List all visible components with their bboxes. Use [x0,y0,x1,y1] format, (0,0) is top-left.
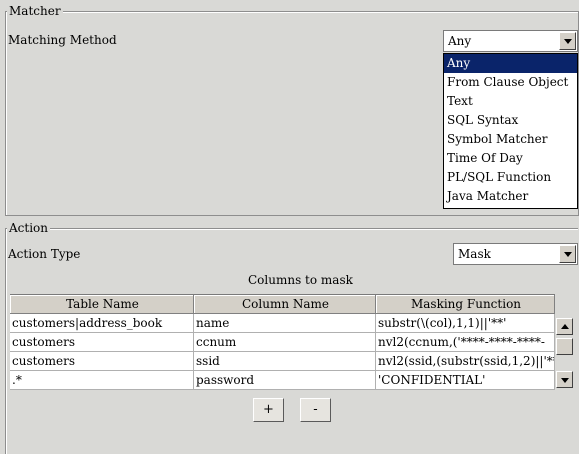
matching-method-dropdown-button[interactable] [559,32,576,50]
add-row-button[interactable]: + [253,398,284,422]
table-vertical-scrollbar[interactable] [555,294,574,391]
mask-columns-table: Table Name Column Name Masking Function … [10,294,555,390]
matching-method-value: Any [448,34,472,48]
dropdown-option-java-matcher[interactable]: Java Matcher [444,187,577,206]
masking-function-cell[interactable]: nvl2(ssid,(substr(ssid,1,2)||'**** [376,352,555,371]
dropdown-option-plsql-function[interactable]: PL/SQL Function [444,168,577,187]
matching-method-label: Matching Method [8,33,117,47]
masking-function-cell[interactable]: substr(\(col),1,1)||'**' [376,314,555,333]
dropdown-option-text[interactable]: Text [444,92,577,111]
action-type-label: Action Type [8,247,81,261]
table-row[interactable]: customers|address_book name substr(\(col… [10,314,555,333]
action-group-label: Action [7,221,50,235]
masking-function-cell[interactable]: nvl2(ccnum,('****-****-****- [376,333,555,352]
chevron-up-icon [561,324,569,329]
dropdown-option-time-of-day[interactable]: Time Of Day [444,149,577,168]
chevron-down-icon [564,252,572,257]
table-row[interactable]: .* password 'CONFIDENTIAL' [10,371,555,390]
matching-method-dropdown-list: Any From Clause Object Text SQL Syntax S… [443,53,578,209]
remove-row-button[interactable]: - [300,398,331,422]
scroll-thumb[interactable] [556,338,573,355]
chevron-down-icon [561,378,569,383]
column-header-column-name[interactable]: Column Name [194,295,376,314]
action-type-dropdown-button[interactable] [559,245,576,263]
chevron-down-icon [564,39,572,44]
table-row[interactable]: customers ccnum nvl2(ccnum,('****-****-*… [10,333,555,352]
table-name-cell[interactable]: customers|address_book [10,314,194,333]
action-type-select[interactable]: Mask [453,243,578,265]
columns-to-mask-caption: Columns to mask [248,273,353,287]
dropdown-option-any[interactable]: Any [444,54,577,73]
table-header-row: Table Name Column Name Masking Function [10,295,555,314]
dropdown-option-sql-syntax[interactable]: SQL Syntax [444,111,577,130]
table-name-cell[interactable]: .* [10,371,194,390]
matching-method-select[interactable]: Any [443,30,578,52]
column-name-cell[interactable]: password [194,371,376,390]
column-name-cell[interactable]: name [194,314,376,333]
dropdown-option-symbol-matcher[interactable]: Symbol Matcher [444,130,577,149]
column-header-table-name[interactable]: Table Name [10,295,194,314]
table-name-cell[interactable]: customers [10,352,194,371]
matcher-group-label: Matcher [7,4,63,18]
column-name-cell[interactable]: ssid [194,352,376,371]
masking-function-cell[interactable]: 'CONFIDENTIAL' [376,371,555,390]
action-type-value: Mask [458,247,491,261]
scroll-up-button[interactable] [556,318,573,335]
column-name-cell[interactable]: ccnum [194,333,376,352]
dropdown-option-from-clause-object[interactable]: From Clause Object [444,73,577,92]
scroll-down-button[interactable] [556,371,573,388]
column-header-masking-function[interactable]: Masking Function [376,295,555,314]
table-name-cell[interactable]: customers [10,333,194,352]
table-row[interactable]: customers ssid nvl2(ssid,(substr(ssid,1,… [10,352,555,371]
